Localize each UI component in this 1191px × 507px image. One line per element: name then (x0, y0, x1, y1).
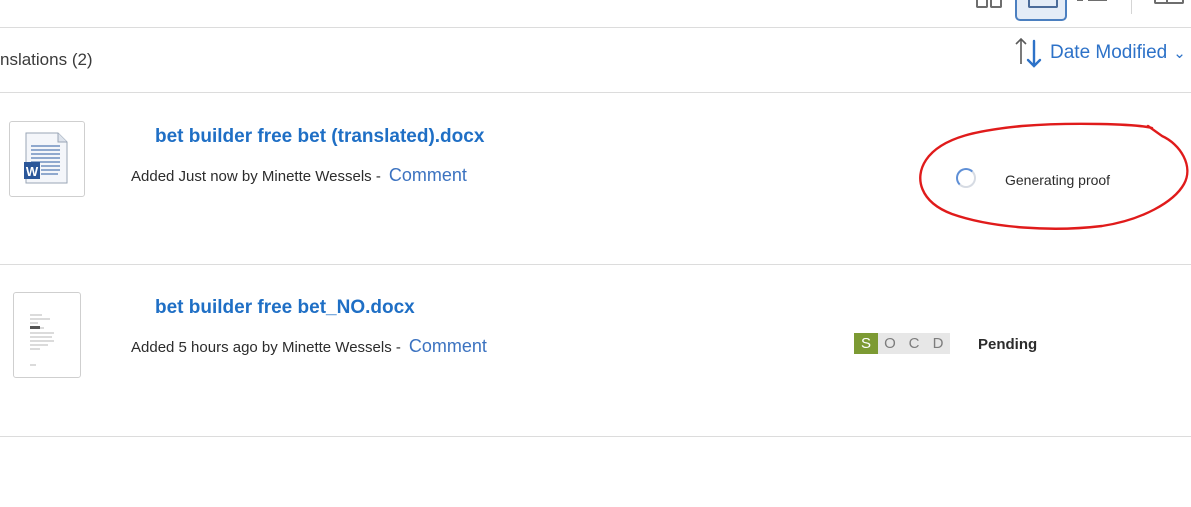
file-thumbnail[interactable] (13, 292, 81, 378)
list-header-divider (0, 92, 1191, 93)
file-name-link[interactable]: bet builder free bet_NO.docx (155, 297, 415, 319)
comment-link[interactable]: Comment (409, 336, 487, 357)
panel-view-icon (1154, 0, 1184, 4)
chevron-down-icon[interactable]: ⌄ (1173, 44, 1186, 62)
file-meta-text: Added Just now by Minette Wessels - (131, 168, 381, 185)
row-divider (0, 436, 1191, 437)
svg-text:W: W (26, 164, 39, 179)
sort-label[interactable]: Date Modified (1050, 42, 1167, 64)
grid-view-button[interactable] (974, 0, 1004, 20)
workflow-step-d: D (926, 333, 950, 354)
file-name-link[interactable]: bet builder free bet (translated).docx (155, 126, 484, 148)
workflow-steps: S O C D (854, 333, 950, 354)
panel-view-button[interactable] (1154, 0, 1184, 20)
workflow-step-c: C (902, 333, 926, 354)
list-view-button[interactable] (1077, 0, 1107, 20)
list-view-icon (1077, 0, 1107, 1)
section-title: nslations (2) (0, 50, 93, 69)
comment-link[interactable]: Comment (389, 165, 467, 186)
row-divider (0, 264, 1191, 265)
sort-control[interactable]: Date Modified ⌄ (1014, 36, 1186, 70)
grid-view-icon (976, 0, 988, 8)
red-circle-annotation (919, 122, 1189, 230)
sort-icon (1014, 36, 1046, 70)
file-thumbnail[interactable]: W (9, 121, 85, 197)
workflow-step-o: O (878, 333, 902, 354)
file-meta: Added 5 hours ago by Minette Wessels - C… (131, 336, 487, 357)
card-view-icon (1028, 0, 1058, 8)
file-meta: Added Just now by Minette Wessels - Comm… (131, 165, 467, 186)
header-divider (0, 27, 1191, 28)
document-preview-icon (30, 314, 54, 366)
toolbar-divider (1131, 0, 1132, 14)
card-view-button[interactable] (1015, 0, 1067, 21)
file-meta-text: Added 5 hours ago by Minette Wessels - (131, 339, 401, 356)
word-doc-icon: W (24, 132, 68, 184)
status-label: Pending (978, 336, 1038, 353)
workflow-step-s: S (854, 333, 878, 354)
